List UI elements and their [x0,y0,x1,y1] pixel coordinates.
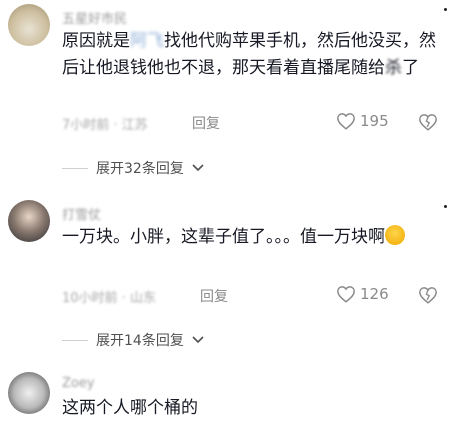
scroll-indicator [444,8,447,11]
laughing-emoji-icon [385,225,405,245]
like-button[interactable]: 126 [336,285,389,303]
comment-2: 打雪仗 一万块。小胖，这辈子值了。。。值一万块啊 10小时前 · 山东 回复 1… [0,190,450,360]
comment-1: 五星好市民 原因就是阿飞找他代购苹果手机，然后他没买，然后让他退钱他也不退，那天… [0,0,450,190]
avatar[interactable] [8,200,50,242]
broken-heart-icon [419,287,437,304]
like-button[interactable]: 195 [336,112,389,130]
dislike-button[interactable] [418,113,438,135]
dislike-button[interactable] [418,286,438,308]
username[interactable]: 打雪仗 [62,204,101,223]
chevron-down-icon [192,336,204,344]
comment-text: 一万块。小胖，这辈子值了。。。值一万块啊 [62,224,442,251]
heart-icon [337,286,355,303]
broken-heart-icon [419,114,437,131]
scroll-indicator [444,205,447,208]
like-count: 126 [360,285,389,303]
username[interactable]: Zoey [62,376,95,391]
comment-time: 7小时前 · 江苏 [62,118,148,133]
divider-line [62,339,88,341]
username[interactable]: 五星好市民 [62,8,127,27]
blurred-name: 阿飞 [130,31,164,51]
comment-text: 原因就是阿飞找他代购苹果手机，然后他没买，然后让他退钱他也不退，那天看着直播尾随… [62,31,436,78]
comment-time: 10小时前 · 山东 [62,291,156,306]
reply-button[interactable]: 回复 [200,286,228,306]
expand-replies-button[interactable]: 展开14条回复 [62,330,204,350]
expand-replies-button[interactable]: 展开32条回复 [62,158,204,178]
comment-text: 这两个人哪个桶的 [62,398,198,418]
reply-button[interactable]: 回复 [192,113,220,133]
divider-line [62,167,88,169]
avatar[interactable] [8,4,50,46]
avatar[interactable] [8,372,50,414]
comment-3: Zoey 这两个人哪个桶的 [0,360,450,420]
like-count: 195 [360,112,389,130]
chevron-down-icon [192,164,204,172]
heart-icon [337,113,355,130]
